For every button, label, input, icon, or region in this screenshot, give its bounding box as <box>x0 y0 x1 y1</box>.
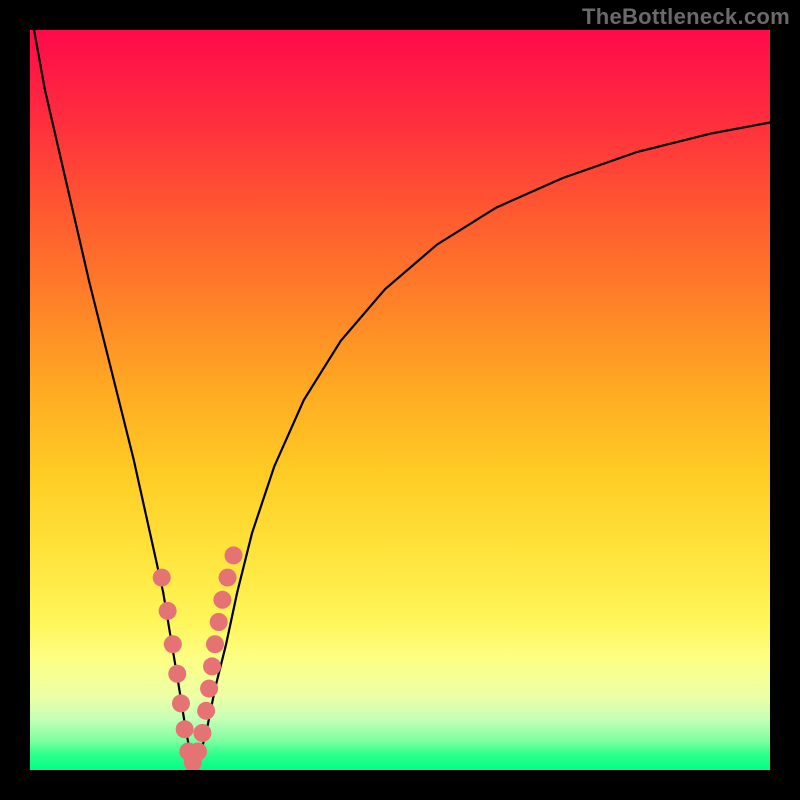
marker-dot <box>200 680 218 698</box>
marker-dot <box>225 546 243 564</box>
marker-dot <box>164 635 182 653</box>
marker-dot <box>189 743 207 761</box>
marker-dot <box>172 694 190 712</box>
bottleneck-markers <box>153 546 243 770</box>
marker-dot <box>219 569 237 587</box>
chart-frame: TheBottleneck.com <box>0 0 800 800</box>
bottleneck-curve <box>30 30 770 766</box>
marker-dot <box>159 602 177 620</box>
marker-dot <box>193 724 211 742</box>
watermark-text: TheBottleneck.com <box>582 4 790 30</box>
marker-dot <box>210 613 228 631</box>
marker-dot <box>203 657 221 675</box>
marker-dot <box>206 635 224 653</box>
chart-plot-area <box>30 30 770 770</box>
marker-dot <box>153 569 171 587</box>
marker-dot <box>213 591 231 609</box>
marker-dot <box>176 720 194 738</box>
marker-dot <box>197 702 215 720</box>
marker-dot <box>168 665 186 683</box>
chart-svg <box>30 30 770 770</box>
